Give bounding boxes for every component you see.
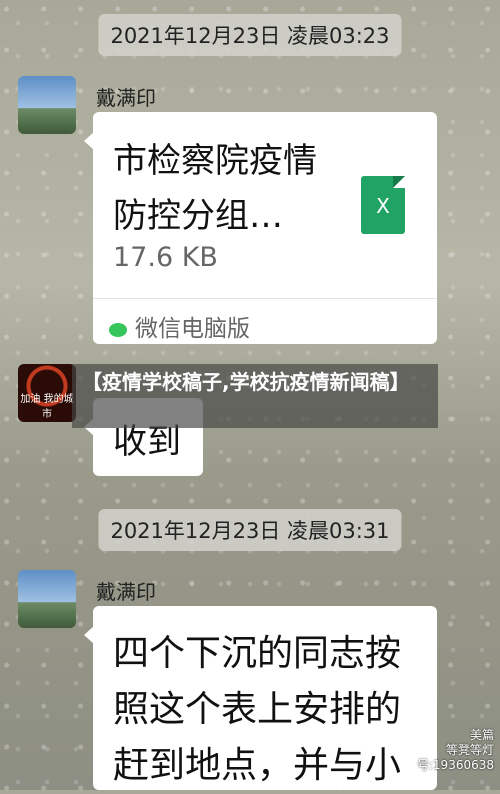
file-divider (93, 298, 437, 299)
watermark-line-1: 美篇 (469, 728, 494, 742)
avatar-2[interactable]: 加油 我的城市 (18, 364, 76, 422)
watermark-line-3: 号:19360638 (416, 758, 494, 772)
timestamp-1: 2021年12月23日 凌晨03:23 (98, 14, 402, 56)
text-message-bubble[interactable]: 四个下沉的同志按照这个表上安排的赶到地点，并与小 (84, 606, 437, 790)
message-text: 四个下沉的同志按照这个表上安排的赶到地点，并与小 (113, 633, 402, 786)
overlay-title: 【疫情学校稿子,学校抗疫情新闻稿】 (72, 364, 438, 428)
timestamp-2: 2021年12月23日 凌晨03:31 (98, 509, 402, 551)
sender-name-2: 戴满印 (96, 580, 156, 604)
watermark-line-2: 等凳等灯 (445, 743, 494, 757)
avatar-3[interactable] (18, 570, 76, 628)
avatar-2-label: 加油 我的城市 (20, 394, 74, 420)
file-message-bubble[interactable]: 市检察院疫情防控分组… 17.6 KB X 微信电脑版 (84, 112, 437, 344)
file-size: 17.6 KB (113, 242, 218, 273)
file-source: 微信电脑版 (109, 309, 250, 343)
wechat-icon (109, 322, 127, 337)
file-title: 市检察院疫情防控分组… (113, 141, 317, 236)
file-source-label: 微信电脑版 (135, 316, 250, 342)
excel-icon: X (361, 176, 405, 234)
sender-name-1: 戴满印 (96, 86, 156, 110)
watermark: 美篇 等凳等灯 号:19360638 (417, 728, 494, 773)
avatar-1[interactable] (18, 76, 76, 134)
